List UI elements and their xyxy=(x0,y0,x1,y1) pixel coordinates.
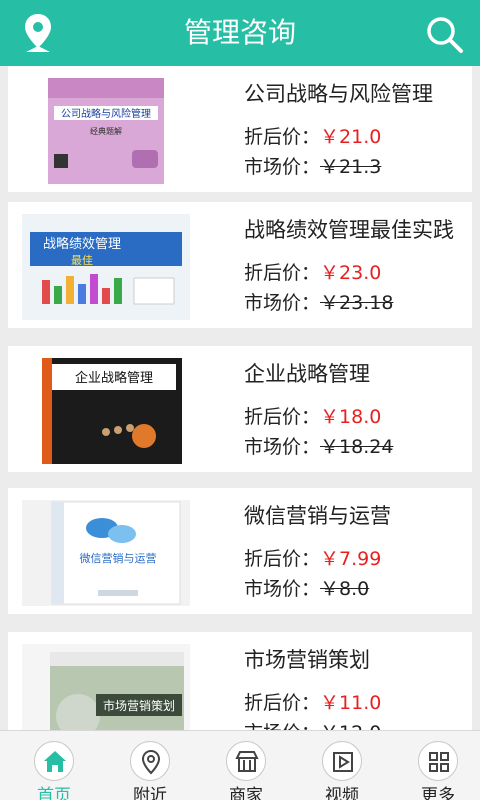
cover-title: 微信营销与运营 xyxy=(80,551,157,565)
product-card[interactable]: 战略绩效管理 最佳 战略绩效管理最佳实践 折后价：￥23.0 市场价：￥23.1… xyxy=(8,202,472,328)
cover-title: 企业战略管理 xyxy=(75,370,153,386)
market-price-row: 市场价：￥21.3 xyxy=(244,152,381,179)
discount-label: 折后价： xyxy=(244,126,321,148)
product-name[interactable]: 市场营销策划 xyxy=(244,644,468,674)
tab-label: 首页 xyxy=(37,786,71,800)
grid-more-icon xyxy=(418,741,458,781)
tab-home[interactable]: 首页 xyxy=(6,731,102,800)
product-list[interactable]: 公司战略与风险管理 经典题解 公司战略与风险管理 折后价：￥21.0 市场价：￥… xyxy=(0,66,480,730)
top-bar: 管理咨询 xyxy=(0,0,480,66)
product-name[interactable]: 企业战略管理 xyxy=(244,358,468,388)
market-label: 市场价： xyxy=(244,578,321,600)
product-cover-image: 公司战略与风险管理 经典题解 xyxy=(22,78,190,184)
location-pin-icon xyxy=(130,741,170,781)
product-name[interactable]: 战略绩效管理最佳实践 xyxy=(244,214,468,244)
discount-label: 折后价： xyxy=(244,406,321,428)
discount-price: ￥21.0 xyxy=(320,126,382,148)
product-card[interactable]: 企业战略管理 企业战略管理 折后价：￥18.0 市场价：￥18.24 xyxy=(8,346,472,472)
cover-title: 公司战略与风险管理 xyxy=(61,107,151,120)
market-label: 市场价： xyxy=(244,156,321,178)
market-label: 市场价： xyxy=(244,292,321,314)
product-name[interactable]: 微信营销与运营 xyxy=(244,500,468,530)
discount-price-row: 折后价：￥7.99 xyxy=(244,544,381,571)
cover-subtitle: 经典题解 xyxy=(90,126,122,136)
discount-price: ￥7.99 xyxy=(320,548,382,570)
tab-label: 商家 xyxy=(229,786,263,800)
market-price: ￥18.24 xyxy=(320,436,394,458)
product-cover-image: 微信营销与运营 xyxy=(22,500,190,606)
cover-title: 战略绩效管理 xyxy=(43,236,121,252)
page-title: 管理咨询 xyxy=(183,16,296,49)
discount-price: ￥23.0 xyxy=(320,262,382,284)
cover-subtitle: 最佳 xyxy=(71,253,93,267)
product-cover-image: 市场营销策划 xyxy=(22,644,190,730)
discount-price-row: 折后价：￥18.0 xyxy=(244,402,381,429)
tab-video[interactable]: 视频 xyxy=(294,731,390,800)
tab-label: 附近 xyxy=(133,786,167,800)
store-icon xyxy=(226,741,266,781)
product-card[interactable]: 微信营销与运营 微信营销与运营 折后价：￥7.99 市场价：￥8.0 xyxy=(8,488,472,614)
market-label: 市场价： xyxy=(244,436,321,458)
tab-label: 视频 xyxy=(325,786,359,800)
market-price-row: 市场价：￥8.0 xyxy=(244,574,369,601)
discount-price: ￥11.0 xyxy=(320,692,382,714)
product-cover-image: 战略绩效管理 最佳 xyxy=(22,214,190,320)
market-price-row: 市场价：￥23.18 xyxy=(244,288,393,315)
discount-label: 折后价： xyxy=(244,692,321,714)
market-price-row: 市场价：￥18.24 xyxy=(244,432,393,459)
video-play-icon xyxy=(322,741,362,781)
home-icon xyxy=(34,741,74,781)
market-price: ￥21.3 xyxy=(320,156,382,178)
product-card[interactable]: 公司战略与风险管理 经典题解 公司战略与风险管理 折后价：￥21.0 市场价：￥… xyxy=(8,66,472,192)
tab-merchants[interactable]: 商家 xyxy=(198,731,294,800)
discount-label: 折后价： xyxy=(244,548,321,570)
market-label: 市场价： xyxy=(244,722,320,730)
market-price: ￥8.0 xyxy=(320,578,370,600)
tab-nearby[interactable]: 附近 xyxy=(102,731,198,800)
discount-price-row: 折后价：￥23.0 xyxy=(244,258,381,285)
tab-more[interactable]: 更多 xyxy=(390,731,480,800)
discount-price-row: 折后价：￥11.0 xyxy=(244,688,381,715)
product-name[interactable]: 公司战略与风险管理 xyxy=(244,78,468,108)
discount-price: ￥18.0 xyxy=(320,406,382,428)
cover-title: 市场营销策划 xyxy=(103,698,175,713)
search-icon[interactable] xyxy=(424,14,464,54)
market-price: ￥12.0 xyxy=(320,722,381,730)
product-cover-image: 企业战略管理 xyxy=(22,358,190,464)
market-price: ￥23.18 xyxy=(320,292,394,314)
market-price-row: 市场价：￥12.0 xyxy=(244,718,381,730)
product-card[interactable]: 市场营销策划 市场营销策划 折后价：￥11.0 市场价：￥12.0 xyxy=(8,632,472,730)
tab-label: 更多 xyxy=(421,786,455,800)
discount-label: 折后价： xyxy=(244,262,321,284)
bottom-tab-bar: 首页 附近 商家 视频 更多 xyxy=(0,730,480,800)
discount-price-row: 折后价：￥21.0 xyxy=(244,122,381,149)
